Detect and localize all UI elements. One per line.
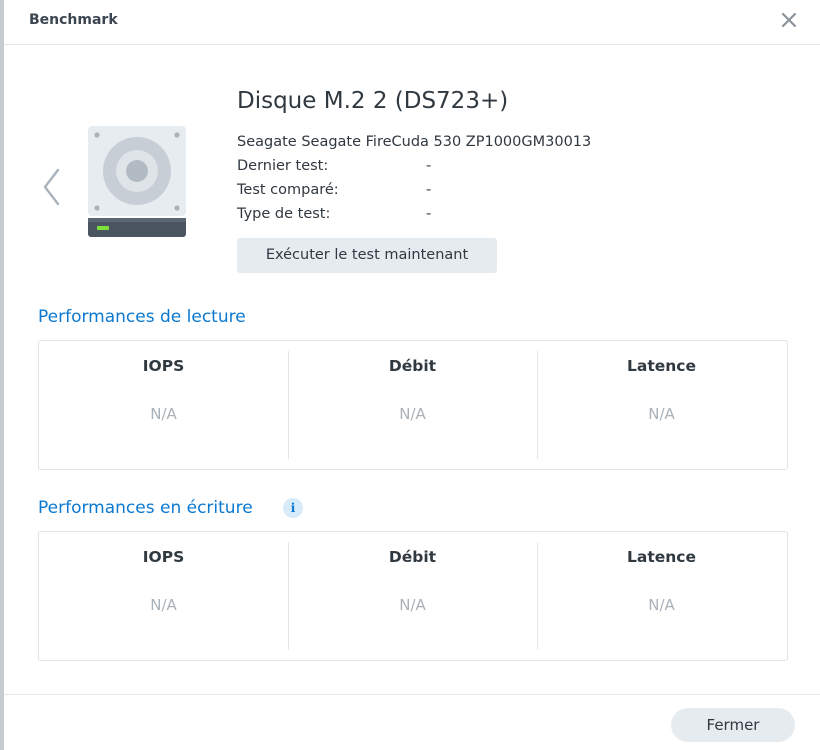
write-latency-header: Latence [627, 548, 696, 566]
info-label-last-test: Dernier test: [237, 158, 329, 174]
close-button[interactable]: Fermer [671, 708, 795, 742]
read-iops-header: IOPS [142, 357, 185, 375]
read-throughput-value: N/A [399, 405, 426, 423]
read-latency-header: Latence [627, 357, 696, 375]
write-throughput-value: N/A [399, 596, 426, 614]
write-performance-title: Performances en écriture [38, 498, 253, 518]
info-icon[interactable]: i [283, 498, 303, 518]
info-label-compared-test: Test comparé: [237, 182, 339, 198]
footer-divider [4, 694, 820, 695]
write-throughput-header: Débit [388, 548, 437, 566]
read-iops-column: IOPS N/A [39, 341, 288, 469]
dialog-title: Benchmark [29, 12, 118, 28]
write-latency-column: Latence N/A [537, 532, 786, 660]
read-throughput-column: Débit N/A [288, 341, 537, 469]
info-row-last-test: Dernier test: - [237, 158, 431, 174]
title-bar: Benchmark [4, 0, 820, 45]
benchmark-dialog: Benchmark Disque M.2 2 (DS723+) Seagate … [4, 0, 820, 750]
read-latency-column: Latence N/A [537, 341, 786, 469]
write-performance-panel: IOPS N/A Débit N/A Latence N/A [38, 531, 788, 661]
write-iops-header: IOPS [142, 548, 185, 566]
chevron-left-icon[interactable] [40, 166, 64, 208]
run-test-button[interactable]: Exécuter le test maintenant [237, 238, 497, 273]
read-performance-title: Performances de lecture [38, 307, 246, 327]
info-value-test-type: - [426, 206, 432, 222]
write-latency-value: N/A [648, 596, 675, 614]
write-iops-column: IOPS N/A [39, 532, 288, 660]
disk-name: Disque M.2 2 (DS723+) [237, 88, 509, 114]
read-latency-value: N/A [648, 405, 675, 423]
info-value-compared-test: - [426, 182, 432, 198]
info-row-test-type: Type de test: - [237, 206, 431, 222]
disk-model: Seagate Seagate FireCuda 530 ZP1000GM300… [237, 134, 592, 150]
close-icon[interactable] [778, 9, 800, 31]
info-value-last-test: - [426, 158, 432, 174]
read-throughput-header: Débit [388, 357, 437, 375]
info-row-compared-test: Test comparé: - [237, 182, 431, 198]
hard-disk-icon [88, 126, 188, 238]
write-throughput-column: Débit N/A [288, 532, 537, 660]
info-label-test-type: Type de test: [237, 206, 331, 222]
write-iops-value: N/A [150, 596, 177, 614]
read-performance-panel: IOPS N/A Débit N/A Latence N/A [38, 340, 788, 470]
read-iops-value: N/A [150, 405, 177, 423]
